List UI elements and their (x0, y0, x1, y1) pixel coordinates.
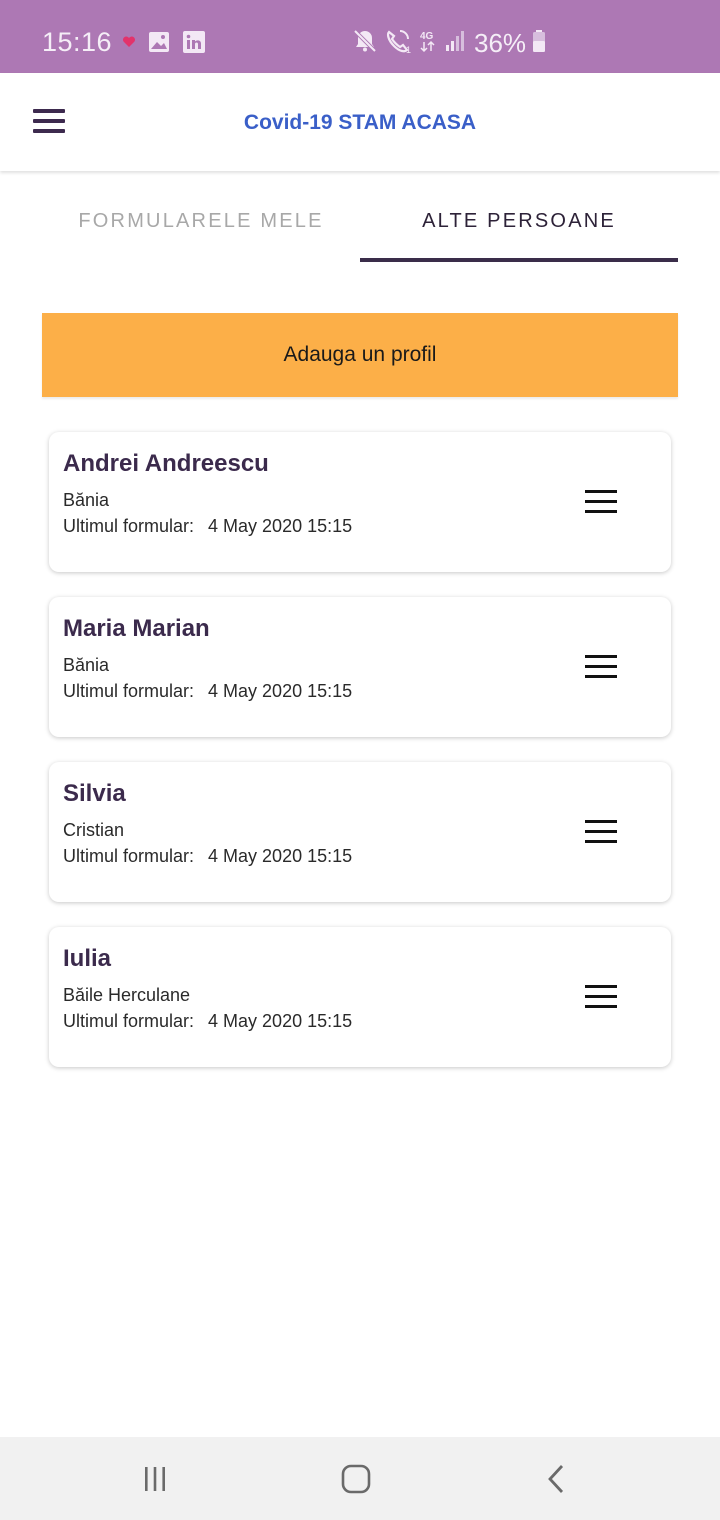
linkedin-icon (182, 30, 206, 59)
profile-list: Andrei Andreescu Bănia Ultimul formular:… (49, 432, 671, 1092)
last-form-label: Ultimul formular: (63, 1011, 195, 1031)
app-bar: Covid-19 STAM ACASA (0, 73, 720, 171)
last-form-label: Ultimul formular: (63, 846, 195, 866)
recent-apps-icon[interactable] (125, 1459, 185, 1499)
last-form-label: Ultimul formular: (63, 681, 195, 701)
profile-place: Bănia (63, 490, 110, 510)
profile-card[interactable]: Andrei Andreescu Bănia Ultimul formular:… (49, 432, 671, 572)
tab-alte-persoane[interactable]: ALTE PERSOANE (360, 190, 678, 262)
network-4g-icon: 4G (418, 28, 438, 59)
last-form-date: 4 May 2020 15:15 (208, 516, 353, 536)
status-time: 15:16 (42, 27, 113, 57)
last-form: Ultimul formular: 4 May 2020 15:15 (63, 846, 352, 867)
gallery-icon (148, 31, 170, 58)
svg-text:4G: 4G (420, 31, 434, 42)
page-title: Covid-19 STAM ACASA (243, 111, 477, 134)
last-form: Ultimul formular: 4 May 2020 15:15 (63, 516, 352, 537)
signal-icon (444, 29, 466, 58)
battery-icon (532, 29, 546, 58)
battery-percent: 36% (474, 28, 527, 58)
last-form-date: 4 May 2020 15:15 (208, 1011, 353, 1031)
heart-icon (122, 35, 136, 54)
home-icon[interactable] (326, 1459, 386, 1499)
tab-formularele-mele[interactable]: FORMULARELE MELE (42, 190, 360, 262)
profile-card[interactable]: Maria Marian Bănia Ultimul formular: 4 Ma… (49, 597, 671, 737)
add-profile-button[interactable]: Adauga un profil (42, 313, 678, 397)
back-icon[interactable] (527, 1459, 587, 1499)
profile-place: Cristian (63, 820, 125, 840)
wifi-call-icon: 1 (384, 28, 412, 59)
mute-icon (352, 28, 378, 59)
profile-card[interactable]: Silvia Cristian Ultimul formular: 4 May 2… (49, 762, 671, 902)
profile-place: Băile Herculane (63, 985, 191, 1005)
last-form: Ultimul formular: 4 May 2020 15:15 (63, 681, 352, 702)
last-form-label: Ultimul formular: (63, 516, 195, 536)
profile-menu-icon[interactable] (581, 490, 621, 516)
profile-place: Bănia (63, 655, 110, 675)
profile-menu-icon[interactable] (581, 820, 621, 846)
profile-menu-icon[interactable] (581, 985, 621, 1011)
profile-name: Silvia (63, 780, 126, 807)
notification-icons (122, 30, 206, 59)
profile-name: Iulia (63, 945, 112, 972)
last-form-date: 4 May 2020 15:15 (208, 846, 353, 866)
last-form: Ultimul formular: 4 May 2020 15:15 (63, 1011, 352, 1032)
tab-bar: FORMULARELE MELE ALTE PERSOANE (42, 190, 678, 262)
profile-name: Maria Marian (63, 615, 210, 642)
profile-card[interactable]: Iulia Băile Herculane Ultimul formular: 4… (49, 927, 671, 1067)
svg-text:1: 1 (406, 45, 411, 54)
status-bar: 15:16 1 4G 36% (0, 0, 720, 73)
system-nav-bar (0, 1437, 720, 1520)
profile-menu-icon[interactable] (581, 655, 621, 681)
profile-name: Andrei Andreescu (63, 450, 269, 477)
status-right-icons: 1 4G 36% (352, 28, 546, 59)
last-form-date: 4 May 2020 15:15 (208, 681, 353, 701)
